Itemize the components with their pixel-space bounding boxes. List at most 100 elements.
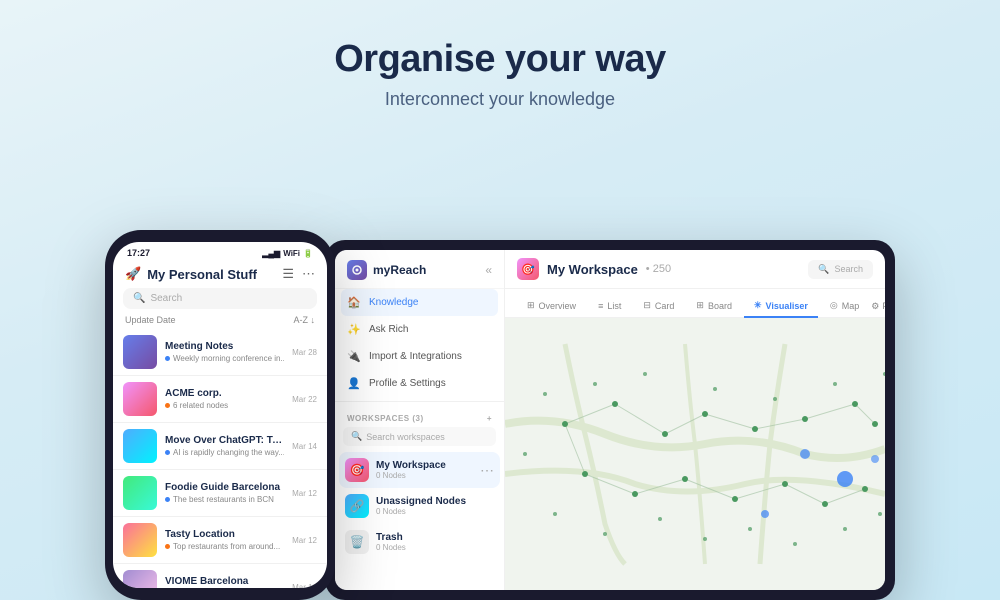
tab-map[interactable]: ◎ Map: [820, 295, 869, 318]
sidebar-nav: 🏠 Knowledge ✨ Ask Rich 🔌 Import & Integr…: [335, 289, 504, 397]
tab-icon: ≡: [598, 301, 603, 311]
item-content: Tasty Location Top restaurants from arou…: [165, 529, 284, 551]
workspace-icon: 🗑️: [345, 530, 369, 554]
phone-list-item[interactable]: Meeting Notes Weekly morning conference …: [113, 329, 327, 376]
nav-label: Profile & Settings: [369, 378, 446, 389]
phone-search-placeholder: Search: [150, 293, 182, 304]
item-date: Mar 28: [292, 348, 317, 357]
phone-status-bar: 17:27 ▂▄▆ WiFi 🔋: [113, 242, 327, 262]
main-header: 🎯 My Workspace • 250 🔍 Search: [505, 250, 885, 289]
workspace-info: Trash 0 Nodes: [376, 532, 494, 552]
workspaces-section-header: WORKSPACES (3) +: [335, 406, 504, 427]
item-title: Meeting Notes: [165, 341, 284, 352]
workspace-item-trash[interactable]: 🗑️ Trash 0 Nodes: [335, 524, 504, 560]
workspace-name: My Workspace: [376, 460, 473, 471]
tab-board[interactable]: ⊞ Board: [686, 295, 742, 318]
hero-subtitle: Interconnect your knowledge: [0, 89, 1000, 110]
tabs-list: ⊞ Overview ≡ List ⊟ Card ⊞ Board ✳ Visua…: [517, 295, 869, 317]
sort-label: Update Date: [125, 315, 176, 325]
map-visualiser: [505, 318, 885, 590]
item-content: Foodie Guide Barcelona The best restaura…: [165, 482, 284, 504]
workspace-info: Unassigned Nodes 0 Nodes: [376, 496, 494, 516]
tab-label: List: [607, 301, 621, 311]
brand-icon: [347, 260, 367, 280]
status-dot: [165, 544, 170, 549]
workspace-more-icon[interactable]: ⋯: [480, 462, 494, 479]
workspace-search[interactable]: 🔍 Search workspaces: [343, 427, 496, 446]
phone-mockup: 17:27 ▂▄▆ WiFi 🔋 🚀 My Personal Stuff ☰ ⋯: [105, 230, 335, 600]
phone-list-item[interactable]: Tasty Location Top restaurants from arou…: [113, 517, 327, 564]
tab-label: Card: [655, 301, 675, 311]
sidebar-brand: myReach: [347, 260, 426, 280]
workspace-avatar: 🎯: [517, 258, 539, 280]
item-thumbnail: [123, 570, 157, 588]
main-search-bar[interactable]: 🔍 Search: [808, 260, 873, 279]
tab-icon: ✳: [754, 300, 762, 311]
tab-visualiser[interactable]: ✳ Visualiser: [744, 295, 818, 318]
sidebar-item-knowledge[interactable]: 🏠 Knowledge: [341, 289, 498, 316]
brand-name: myReach: [373, 263, 426, 277]
phone-search-bar[interactable]: 🔍 Search: [123, 288, 317, 309]
phone-list-item[interactable]: VIOME Barcelona Healthcare startup that …: [113, 564, 327, 588]
item-thumbnail: [123, 382, 157, 416]
tab-overview[interactable]: ⊞ Overview: [517, 295, 586, 318]
add-workspace-icon[interactable]: +: [487, 414, 492, 423]
status-dot: [165, 403, 170, 408]
workspace-item-unassigned-nodes[interactable]: 🔗 Unassigned Nodes 0 Nodes: [335, 488, 504, 524]
main-search-placeholder: Search: [834, 264, 863, 274]
item-subtitle: Top restaurants from around...: [165, 542, 284, 551]
item-subtitle: The best restaurants in BCN: [165, 495, 284, 504]
more-icon: ⋯: [302, 266, 315, 282]
item-content: VIOME Barcelona Healthcare startup that …: [165, 576, 284, 588]
item-title: Tasty Location: [165, 529, 284, 540]
item-subtitle: AI is rapidly changing the way...: [165, 448, 284, 457]
tab-label: Visualiser: [766, 301, 808, 311]
sidebar-item-profile-&-settings[interactable]: 👤 Profile & Settings: [335, 370, 504, 397]
workspace-count: 0 Nodes: [376, 471, 473, 480]
item-thumbnail: [123, 523, 157, 557]
tab-icon: ⊟: [643, 300, 651, 311]
workspace-info: My Workspace 0 Nodes: [376, 460, 473, 480]
workspace-list: 🎯 My Workspace 0 Nodes ⋯ 🔗 Unassigned No…: [335, 452, 504, 560]
item-date: Mar 22: [292, 395, 317, 404]
rocket-icon: 🚀: [125, 266, 141, 282]
phone-title-text: My Personal Stuff: [147, 267, 257, 282]
workspace-node-count: • 250: [646, 263, 671, 275]
item-thumbnail: [123, 476, 157, 510]
filter-label: Filte...: [882, 301, 885, 311]
hero-title: Organise your way: [0, 38, 1000, 81]
nav-icon: 👤: [347, 377, 361, 390]
phone-header: 🚀 My Personal Stuff ☰ ⋯: [113, 262, 327, 288]
tab-label: Map: [842, 301, 860, 311]
sidebar-item-ask-rich[interactable]: ✨ Ask Rich: [335, 316, 504, 343]
sidebar-collapse-icon[interactable]: «: [485, 263, 492, 277]
workspace-count: 0 Nodes: [376, 507, 494, 516]
workspaces-label: WORKSPACES (3): [347, 414, 424, 423]
phone-screen: 17:27 ▂▄▆ WiFi 🔋 🚀 My Personal Stuff ☰ ⋯: [113, 242, 327, 588]
tab-icon: ◎: [830, 300, 838, 311]
workspace-item-my-workspace[interactable]: 🎯 My Workspace 0 Nodes ⋯: [339, 452, 500, 488]
workspace-name: Unassigned Nodes: [376, 496, 494, 507]
item-content: ACME corp. 6 related nodes: [165, 388, 284, 410]
phone-list-item[interactable]: Foodie Guide Barcelona The best restaura…: [113, 470, 327, 517]
item-title: VIOME Barcelona: [165, 576, 284, 587]
tab-icon: ⊞: [696, 300, 704, 311]
phone-time: 17:27: [127, 248, 150, 258]
item-subtitle: 6 related nodes: [165, 401, 284, 410]
status-dot: [165, 356, 170, 361]
tab-label: Overview: [539, 301, 577, 311]
phone-list-item[interactable]: Move Over ChatGPT: Tools... AI is rapidl…: [113, 423, 327, 470]
item-content: Move Over ChatGPT: Tools... AI is rapidl…: [165, 435, 284, 457]
sort-direction: A-Z ↓: [294, 315, 316, 325]
filter-icon: ⚙: [871, 301, 879, 312]
item-title: ACME corp.: [165, 388, 284, 399]
phone-list-item[interactable]: ACME corp. 6 related nodes Mar 22: [113, 376, 327, 423]
tab-list[interactable]: ≡ List: [588, 296, 631, 318]
tab-icon: ⊞: [527, 300, 535, 311]
tab-card[interactable]: ⊟ Card: [633, 295, 684, 318]
sidebar-item-import-&-integrations[interactable]: 🔌 Import & Integrations: [335, 343, 504, 370]
filter-button[interactable]: ⚙ Filte...: [871, 301, 885, 312]
tablet-mockup: myReach « 🏠 Knowledge ✨ Ask Rich 🔌 Impor…: [325, 240, 895, 600]
workspace-count: 0 Nodes: [376, 543, 494, 552]
list-icon: ☰: [282, 266, 294, 282]
